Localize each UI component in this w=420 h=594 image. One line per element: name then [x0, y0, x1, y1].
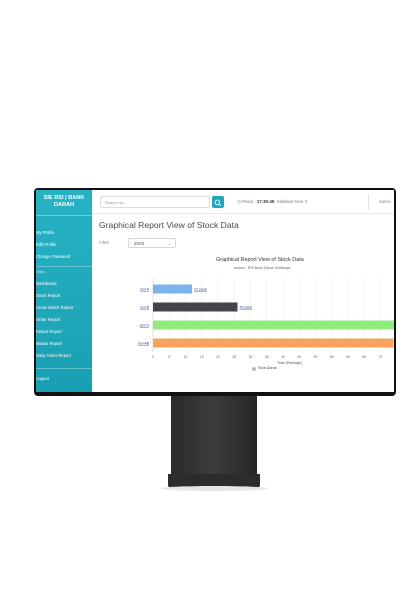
- x-tick-label: 25: [232, 355, 236, 359]
- page-title: Graphical Report View of Stock Data: [99, 220, 239, 230]
- legend-marker: [252, 367, 256, 371]
- x-tick-label: 30: [249, 355, 253, 359]
- data-label: 12 pack: [194, 287, 207, 291]
- year-filter-value: 2020: [134, 241, 145, 246]
- search-input[interactable]: Search for...: [100, 196, 210, 208]
- year-filter-select[interactable]: 2020 ⌄: [128, 238, 176, 248]
- filter-label: Filter: [99, 240, 110, 245]
- bar: [153, 302, 238, 312]
- topbar: Search for... ◷ Pukul : 17:30:49, Selama…: [92, 190, 394, 214]
- x-tick-label: 55: [330, 355, 334, 359]
- sidebar-item-keluar-report[interactable]: Keluar Report: [36, 329, 62, 334]
- x-tick-label: 65: [362, 355, 366, 359]
- data-label: 26 pack: [240, 305, 253, 309]
- sidebar-item-edit-profile[interactable]: Edit Profile: [36, 242, 56, 247]
- x-axis-label: Total (Package): [277, 361, 302, 365]
- chart-title: Graphical Report View of Stock Data: [216, 257, 304, 263]
- sidebar-item-cross-match-report[interactable]: Cross Match Report: [36, 305, 73, 310]
- clock-label: Pukul :: [242, 199, 256, 204]
- legend-label[interactable]: Stok Darah: [258, 366, 277, 370]
- sidebar-item-masuk-report[interactable]: Masuk Report: [36, 341, 62, 346]
- sidebar-divider: [36, 368, 92, 369]
- sidebar-item-my-profile[interactable]: My Profile: [36, 230, 55, 235]
- clock-value: 17:30:49: [256, 199, 275, 204]
- sidebar-item-order-report[interactable]: Order Report: [36, 317, 60, 322]
- topbar-divider: [368, 194, 369, 210]
- x-tick-label: 45: [297, 355, 301, 359]
- user-menu[interactable]: Samsi: [379, 199, 391, 204]
- x-tick-label: 5: [168, 355, 170, 359]
- bar: [153, 338, 394, 348]
- x-tick-label: 70: [379, 355, 383, 359]
- x-tick-label: 15: [200, 355, 204, 359]
- x-tick-label: 60: [346, 355, 350, 359]
- sidebar-item-change-password[interactable]: Change Password: [36, 254, 70, 259]
- x-tick-label: 35: [265, 355, 269, 359]
- x-tick-label: 50: [314, 355, 318, 359]
- clock-text: ◷ Pukul : 17:30:49, Selamat Sore !!: [237, 199, 307, 205]
- chevron-down-icon: ⌄: [167, 241, 171, 246]
- stock-bar-chart: 05101520253035404550556065707580Gol A12 …: [138, 278, 394, 365]
- search-button[interactable]: [212, 196, 224, 208]
- x-tick-label: 40: [281, 355, 285, 359]
- app-screen: SIE RSI | BANK DARAH My Profile Edit Pro…: [36, 190, 394, 392]
- brand-title: SIE RSI | BANK DARAH: [36, 190, 92, 216]
- category-label: Gol O: [140, 323, 150, 327]
- sidebar-item-dashboard[interactable]: Dashboard: [36, 281, 57, 286]
- monitor-stand: [171, 396, 257, 476]
- sidebar-section-heading: Detail: [36, 270, 45, 274]
- chart-subtitle: source : RSI Bank Darah Surabaya: [234, 266, 291, 270]
- sidebar-item-stock-report[interactable]: Stock Report: [36, 293, 60, 298]
- category-label: Gol A: [140, 287, 149, 291]
- category-label: Gol B: [140, 305, 150, 309]
- x-tick-label: 10: [184, 355, 188, 359]
- bar: [153, 284, 192, 294]
- bar: [153, 320, 394, 330]
- sidebar-item-daily-order-report[interactable]: Daily Order Report: [36, 353, 71, 358]
- sidebar-divider: [36, 266, 92, 267]
- sidebar-item-logout[interactable]: Logout: [36, 376, 49, 381]
- stand-shadow: [160, 486, 268, 491]
- search-icon: [214, 199, 222, 207]
- sidebar: SIE RSI | BANK DARAH My Profile Edit Pro…: [36, 190, 92, 392]
- greeting: , Selamat Sore !!: [274, 199, 308, 204]
- category-label: Gol AB: [138, 341, 150, 345]
- x-tick-label: 20: [216, 355, 220, 359]
- x-tick-label: 0: [152, 355, 154, 359]
- clock-icon: ◷: [237, 199, 241, 204]
